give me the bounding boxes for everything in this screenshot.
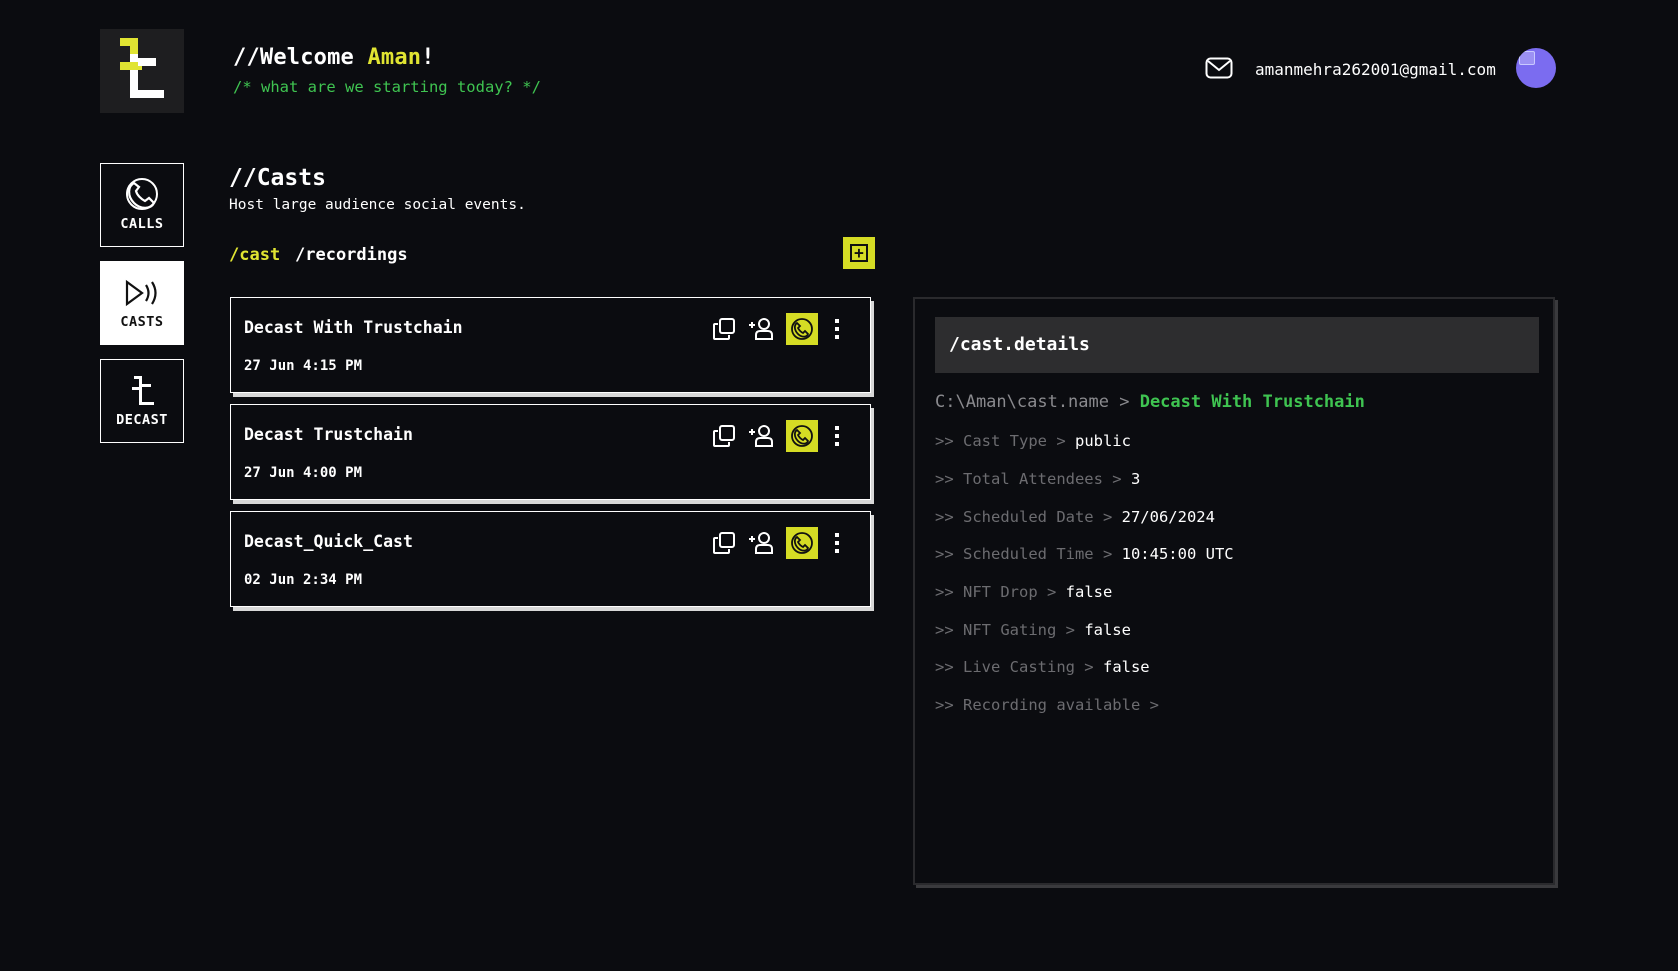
details-value: false bbox=[1065, 583, 1113, 601]
details-row-cast-type: >> Cast Type > public bbox=[935, 432, 1131, 450]
more-options-icon[interactable] bbox=[827, 421, 847, 451]
details-label: >> NFT Gating > bbox=[935, 621, 1085, 639]
join-call-icon[interactable] bbox=[786, 313, 818, 345]
welcome-prefix: //Welcome bbox=[233, 45, 368, 70]
details-row-recording-available: >> Recording available > bbox=[935, 696, 1159, 714]
cast-card[interactable]: Decast With Trustchain 27 Jun 4:15 PM bbox=[230, 297, 871, 393]
nav-item-casts[interactable]: CASTS bbox=[100, 261, 184, 345]
copy-icon[interactable] bbox=[709, 421, 739, 451]
details-label: >> Scheduled Date > bbox=[935, 508, 1122, 526]
details-row-scheduled-date: >> Scheduled Date > 27/06/2024 bbox=[935, 508, 1215, 526]
details-cast-name: C:\Aman\cast.name > Decast With Trustcha… bbox=[935, 392, 1365, 412]
nav-label-casts: CASTS bbox=[120, 314, 164, 330]
phone-icon bbox=[126, 178, 158, 210]
join-call-icon[interactable] bbox=[786, 527, 818, 559]
add-user-icon[interactable] bbox=[746, 314, 776, 344]
copy-icon[interactable] bbox=[709, 314, 739, 344]
tab-cast[interactable]: /cast bbox=[229, 245, 280, 265]
details-title: /cast.details bbox=[935, 317, 1539, 373]
details-path: C:\Aman\cast.name > bbox=[935, 392, 1140, 412]
nav-item-decast[interactable]: DECAST bbox=[100, 359, 184, 443]
details-value: 3 bbox=[1130, 470, 1141, 488]
details-value: 27/06/2024 bbox=[1121, 508, 1215, 526]
app-logo[interactable] bbox=[100, 29, 184, 113]
join-call-icon[interactable] bbox=[786, 420, 818, 452]
cast-card[interactable]: Decast Trustchain 27 Jun 4:00 PM bbox=[230, 404, 871, 500]
copy-icon[interactable] bbox=[709, 528, 739, 558]
details-label: >> Cast Type > bbox=[935, 432, 1075, 450]
cast-date: 27 Jun 4:15 PM bbox=[244, 358, 363, 374]
add-user-icon[interactable] bbox=[746, 528, 776, 558]
cast-name: Decast Trustchain bbox=[244, 425, 413, 444]
details-row-total-attendees: >> Total Attendees > 3 bbox=[935, 470, 1140, 488]
details-label: >> Recording available > bbox=[935, 696, 1159, 714]
cast-date: 02 Jun 2:34 PM bbox=[244, 572, 363, 588]
details-row-nft-gating: >> NFT Gating > false bbox=[935, 621, 1131, 639]
tab-recordings[interactable]: /recordings bbox=[295, 245, 408, 265]
details-value: false bbox=[1084, 621, 1131, 639]
decast-icon bbox=[132, 376, 154, 405]
details-label: >> NFT Drop > bbox=[935, 583, 1066, 601]
welcome-suffix: ! bbox=[421, 45, 435, 70]
cast-card[interactable]: Decast_Quick_Cast 02 Jun 2:34 PM bbox=[230, 511, 871, 607]
add-cast-button[interactable]: + bbox=[843, 237, 875, 269]
more-options-icon[interactable] bbox=[827, 528, 847, 558]
details-label: >> Total Attendees > bbox=[935, 470, 1131, 488]
details-label: >> Scheduled Time > bbox=[935, 545, 1122, 563]
plus-icon: + bbox=[850, 244, 868, 262]
cast-name: Decast With Trustchain bbox=[244, 318, 463, 337]
details-label: >> Live Casting > bbox=[935, 658, 1103, 676]
page-subtitle: Host large audience social events. bbox=[229, 197, 526, 213]
nav-label-decast: DECAST bbox=[116, 412, 168, 428]
welcome-subtitle: /* what are we starting today? */ bbox=[233, 78, 541, 96]
cast-name: Decast_Quick_Cast bbox=[244, 532, 413, 551]
nav-label-calls: CALLS bbox=[120, 216, 164, 232]
cast-date: 27 Jun 4:00 PM bbox=[244, 465, 363, 481]
details-value: 10:45:00 UTC bbox=[1121, 545, 1234, 563]
welcome-heading: //Welcome Aman! bbox=[233, 45, 435, 70]
decast-logo-icon bbox=[120, 38, 164, 98]
details-row-nft-drop: >> NFT Drop > false bbox=[935, 583, 1112, 601]
broadcast-icon bbox=[125, 279, 157, 307]
details-row-scheduled-time: >> Scheduled Time > 10:45:00 UTC bbox=[935, 545, 1234, 563]
nav-item-calls[interactable]: CALLS bbox=[100, 163, 184, 247]
more-options-icon[interactable] bbox=[827, 314, 847, 344]
details-value: public bbox=[1074, 432, 1131, 450]
add-user-icon[interactable] bbox=[746, 421, 776, 451]
user-name: Aman bbox=[367, 45, 422, 70]
details-row-live-casting: >> Live Casting > false bbox=[935, 658, 1150, 676]
mail-icon[interactable] bbox=[1205, 57, 1233, 79]
cast-details-panel: /cast.details C:\Aman\cast.name > Decast… bbox=[913, 297, 1555, 885]
page-title: //Casts bbox=[229, 165, 326, 191]
avatar[interactable] bbox=[1516, 48, 1556, 88]
user-email: amanmehra262001@gmail.com bbox=[1255, 60, 1496, 79]
details-name-value: Decast With Trustchain bbox=[1139, 392, 1365, 412]
details-value: false bbox=[1102, 658, 1150, 676]
